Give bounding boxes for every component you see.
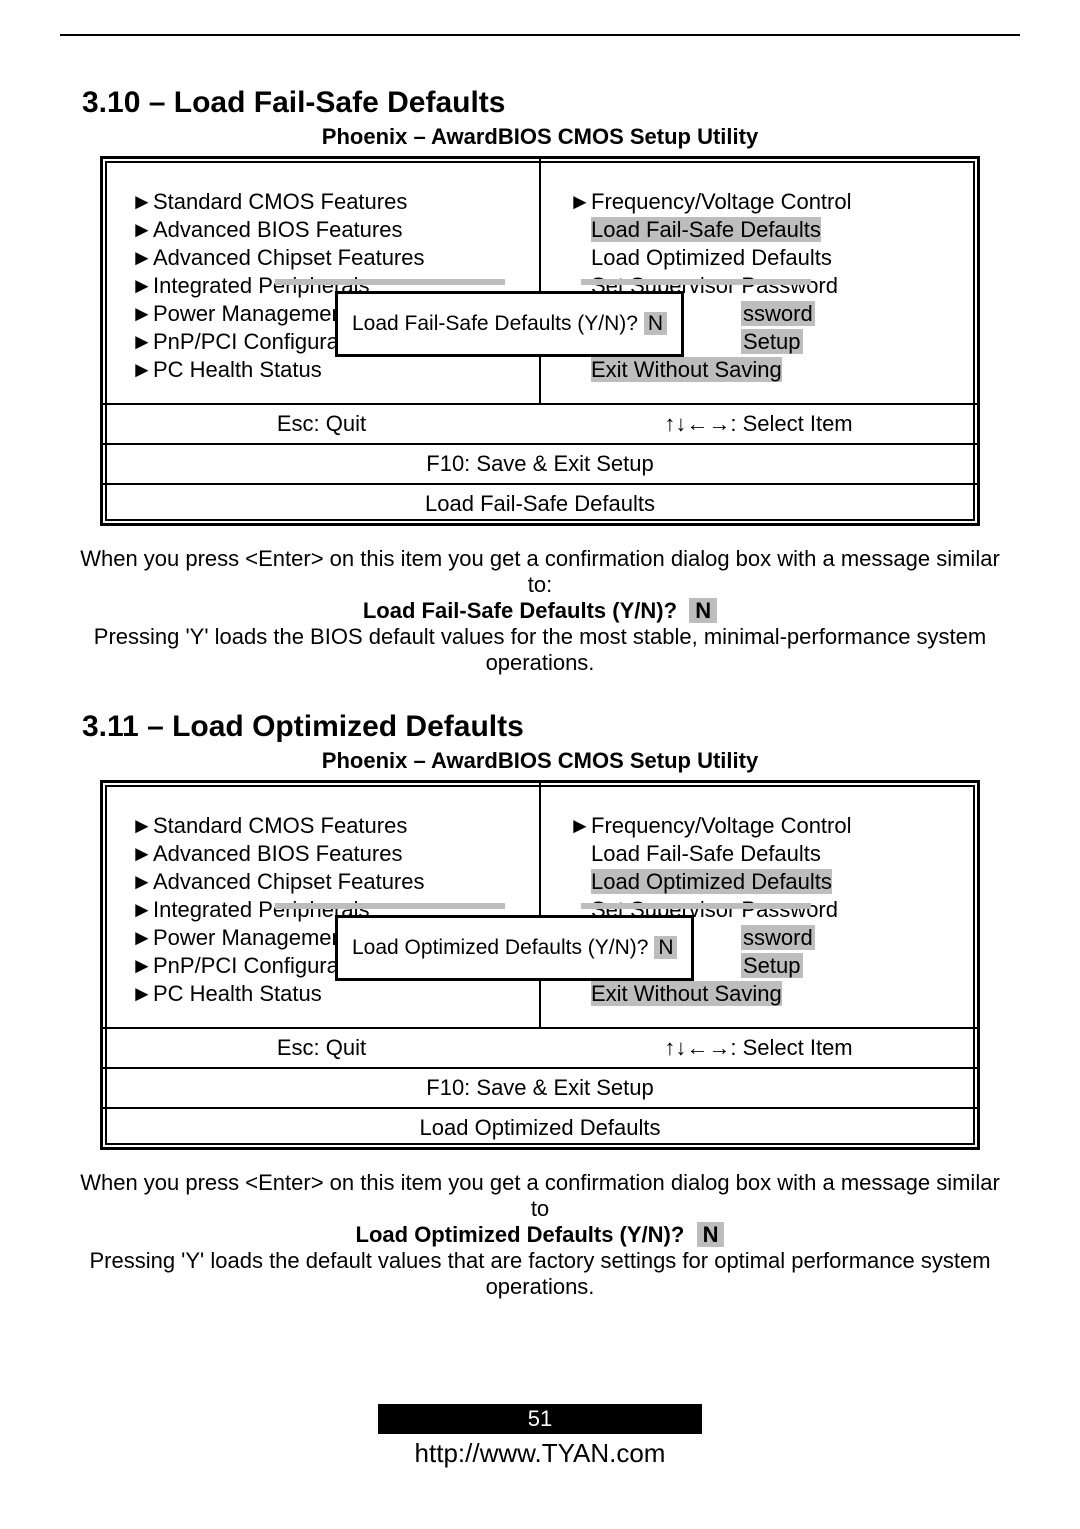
explanation-1: When you press <Enter> on this item you … (80, 546, 1000, 676)
explain1-line1: When you press <Enter> on this item you … (80, 546, 1000, 598)
shade-bar (581, 279, 811, 285)
bios-key-hints: Esc: Quit ↑↓←→: Select Item (103, 405, 977, 445)
menu-exit-without-saving[interactable]: ►Exit Without Saving (569, 981, 957, 1007)
explain2-line2: Pressing 'Y' loads the default values th… (80, 1248, 1000, 1300)
menu-load-failsafe[interactable]: ►Load Fail-Safe Defaults (569, 217, 957, 243)
bios-menu-right-2: ►Frequency/Voltage Control ►Load Fail-Sa… (539, 783, 977, 1027)
hint-esc: Esc: Quit (103, 1029, 540, 1067)
bios-help-line: Load Fail-Safe Defaults (103, 485, 977, 523)
explain1-line2: Pressing 'Y' loads the BIOS default valu… (80, 624, 1000, 676)
explain2-line1: When you press <Enter> on this item you … (80, 1170, 1000, 1222)
top-divider (60, 34, 1020, 36)
menu-advanced-chipset[interactable]: ►Advanced Chipset Features (131, 869, 519, 895)
menu-exit-without-saving[interactable]: ►Exit Without Saving (569, 357, 957, 383)
menu-advanced-bios[interactable]: ►Advanced BIOS Features (131, 217, 519, 243)
menu-freq-voltage[interactable]: ►Frequency/Voltage Control (569, 813, 957, 839)
hint-esc: Esc: Quit (103, 405, 540, 443)
shade-bar (275, 279, 505, 285)
bios-utility-title-2: Phoenix – AwardBIOS CMOS Setup Utility (60, 748, 1020, 774)
menu-standard-cmos[interactable]: ►Standard CMOS Features (131, 189, 519, 215)
hint-f10: F10: Save & Exit Setup (103, 445, 977, 485)
menu-load-failsafe[interactable]: ►Load Fail-Safe Defaults (569, 841, 957, 867)
menu-pc-health[interactable]: ►PC Health Status (131, 357, 519, 383)
footer-url: http://www.TYAN.com (0, 1438, 1080, 1469)
dialog-answer[interactable]: N (644, 312, 667, 335)
menu-load-optimized[interactable]: ►Load Optimized Defaults (569, 869, 957, 895)
page-footer: 51 http://www.TYAN.com (0, 1404, 1080, 1469)
bios-help-line-2: Load Optimized Defaults (103, 1109, 977, 1147)
shade-bar (275, 903, 505, 909)
menu-pc-health[interactable]: ►PC Health Status (131, 981, 519, 1007)
section-heading-3-11: 3.11 – Load Optimized Defaults (82, 710, 1020, 744)
page-number: 51 (378, 1404, 702, 1434)
menu-standard-cmos[interactable]: ►Standard CMOS Features (131, 813, 519, 839)
bios-menu-left: ►Standard CMOS Features ►Advanced BIOS F… (103, 159, 539, 403)
explain2-n: N (697, 1222, 725, 1247)
bios-screen-1: ►Standard CMOS Features ►Advanced BIOS F… (100, 156, 980, 526)
hint-f10: F10: Save & Exit Setup (103, 1069, 977, 1109)
bios-menu-right: ►Frequency/Voltage Control ►Load Fail-Sa… (539, 159, 977, 403)
bios-screen-2: ►Standard CMOS Features ►Advanced BIOS F… (100, 780, 980, 1150)
dialog-text: Load Optimized Defaults (Y/N)? (352, 936, 648, 959)
explain1-bold: Load Fail-Safe Defaults (Y/N)? (363, 598, 677, 623)
hint-nav: ↑↓←→: Select Item (540, 405, 977, 443)
dialog-answer[interactable]: N (654, 936, 677, 959)
menu-advanced-chipset[interactable]: ►Advanced Chipset Features (131, 245, 519, 271)
explain2-bold: Load Optimized Defaults (Y/N)? (356, 1222, 685, 1247)
shade-bar (581, 903, 811, 909)
menu-advanced-bios[interactable]: ►Advanced BIOS Features (131, 841, 519, 867)
bios-key-hints-2: Esc: Quit ↑↓←→: Select Item (103, 1029, 977, 1069)
explanation-2: When you press <Enter> on this item you … (80, 1170, 1000, 1300)
explain1-n: N (689, 598, 717, 623)
hint-nav: ↑↓←→: Select Item (540, 1029, 977, 1067)
menu-load-optimized[interactable]: ►Load Optimized Defaults (569, 245, 957, 271)
confirm-dialog-optimized[interactable]: Load Optimized Defaults (Y/N)? N (335, 915, 694, 981)
confirm-dialog-failsafe[interactable]: Load Fail-Safe Defaults (Y/N)? N (335, 291, 684, 357)
dialog-text: Load Fail-Safe Defaults (Y/N)? (352, 312, 638, 335)
section-heading-3-10: 3.10 – Load Fail-Safe Defaults (82, 86, 1020, 120)
menu-freq-voltage[interactable]: ►Frequency/Voltage Control (569, 189, 957, 215)
bios-utility-title: Phoenix – AwardBIOS CMOS Setup Utility (60, 124, 1020, 150)
bios-menu-left-2: ►Standard CMOS Features ►Advanced BIOS F… (103, 783, 539, 1027)
